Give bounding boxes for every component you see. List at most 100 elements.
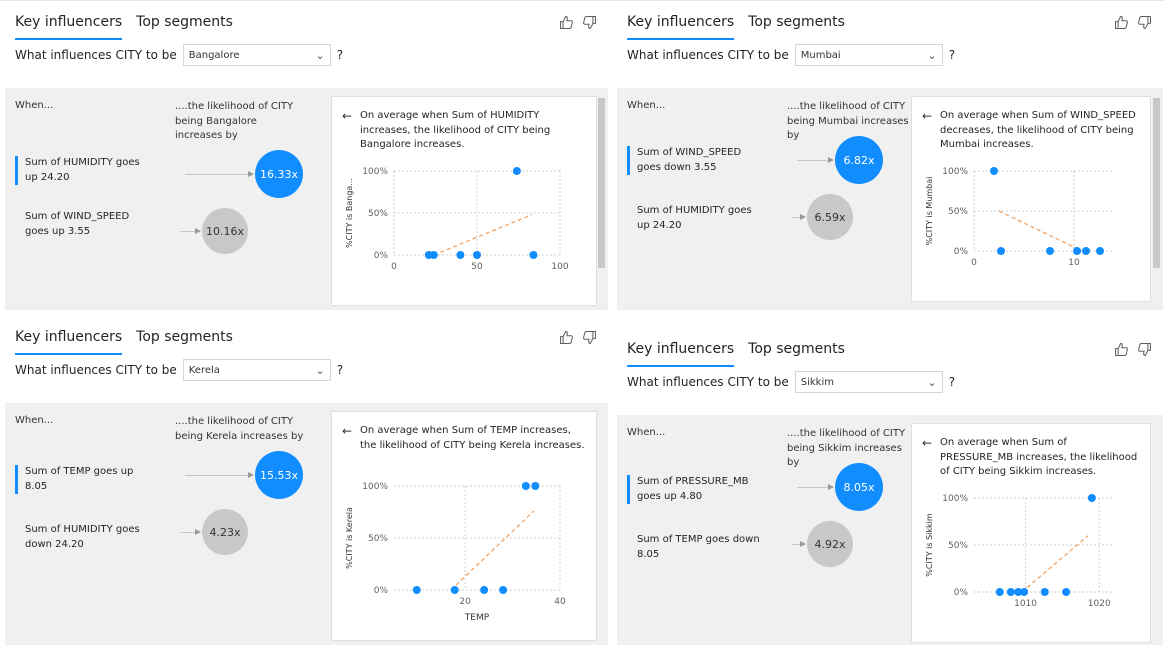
scatter-chart: 100% 50% 0% 20 40 %CITY is Kerela TEMP — [345, 482, 566, 623]
influencers-panel: When... ....the likelihood of CITY being … — [5, 88, 608, 310]
top-border — [0, 0, 1165, 1]
likelihood-header: ....the likelihood of CITY being Bangalo… — [175, 101, 294, 141]
data-point — [429, 251, 438, 259]
tab-top-segments[interactable]: Top segments — [748, 14, 845, 40]
influencer-label[interactable]: Sum of HUMIDITY goes down 24.20 — [15, 523, 155, 552]
data-point — [1040, 588, 1049, 596]
data-point — [450, 586, 459, 594]
tab-key-influencers[interactable]: Key influencers — [627, 341, 735, 367]
x-tick-label: 0 — [971, 258, 977, 268]
detail-card: ← On average when Sum of WIND_SPEED decre… — [911, 96, 1151, 302]
dropdown-value: Bangalore — [188, 49, 240, 61]
thumbs-up-icon[interactable] — [1113, 14, 1130, 31]
data-point — [1073, 247, 1081, 255]
thumbs-down-icon[interactable] — [581, 329, 598, 346]
y-tick-label: 100% — [942, 494, 968, 504]
data-point — [529, 251, 538, 259]
scatter-chart: 100% 50% 0%0 50 100 %CITY is Banga... — [345, 167, 569, 272]
influencer-arrow — [797, 157, 834, 163]
feedback-buttons — [558, 329, 598, 346]
influencer-bubble[interactable]: 4.23x — [202, 509, 248, 555]
data-point — [412, 586, 421, 594]
y-tick-label: 0% — [374, 586, 389, 596]
data-point — [1020, 588, 1029, 596]
tab-key-influencers[interactable]: Key influencers — [15, 329, 123, 355]
data-point — [480, 586, 489, 594]
influencers-panel: When... ....the likelihood of CITY being … — [617, 88, 1163, 310]
detail-card: ← On average when Sum of TEMP increases, … — [331, 411, 597, 641]
influencer-arrow — [185, 472, 254, 478]
influencer-arrow — [180, 529, 201, 535]
y-tick-label: 0% — [954, 588, 969, 598]
influencers-panel: When... ....the likelihood of CITY being … — [617, 415, 1163, 645]
influencer-label[interactable]: Sum of TEMP goes up 8.05 — [15, 465, 155, 494]
thumbs-up-icon[interactable] — [558, 14, 575, 31]
tab-bar: Key influencers Top segments — [627, 14, 845, 40]
influencer-arrow — [180, 228, 201, 234]
key-influencers-visual-sikkim: Key influencers Top segments What influenc… — [617, 329, 1163, 645]
x-tick-label: 0 — [391, 262, 397, 272]
tab-bar: Key influencers Top segments — [15, 14, 233, 40]
influencer-arrow — [792, 214, 806, 220]
trend-line — [1021, 535, 1089, 593]
influencer-arrow — [185, 171, 254, 177]
influencer-arrow — [797, 484, 834, 490]
chevron-down-icon: ⌄ — [927, 48, 937, 62]
influencer-bubble[interactable]: 6.59x — [807, 194, 853, 240]
question-row: What influences CITY to be Mumbai ⌄? — [627, 44, 955, 66]
when-header: When... — [627, 427, 666, 438]
data-point — [1087, 494, 1096, 502]
influencer-label[interactable]: Sum of WIND_SPEED goes down 3.55 — [627, 146, 767, 175]
key-influencers-visual-kerela: Key influencers Top segments What influenc… — [5, 317, 608, 645]
influencer-bubble[interactable]: 16.33x — [255, 150, 303, 198]
city-dropdown[interactable]: Sikkim ⌄ — [794, 371, 943, 393]
influencer-label[interactable]: Sum of PRESSURE_MB goes up 4.80 — [627, 475, 767, 504]
scrollbar[interactable] — [1153, 98, 1160, 268]
influencer-label[interactable]: Sum of HUMIDITY goes up 24.20 — [627, 204, 767, 233]
tab-top-segments[interactable]: Top segments — [748, 341, 845, 367]
tab-key-influencers[interactable]: Key influencers — [15, 14, 123, 40]
thumbs-down-icon[interactable] — [1136, 14, 1153, 31]
influencer-arrow — [792, 541, 806, 547]
tab-top-segments[interactable]: Top segments — [136, 329, 233, 355]
scatter-chart: 100% 50% 0% 1010 1020 %CITY is Sikkim — [925, 494, 1114, 609]
data-point — [512, 167, 521, 175]
y-axis-label: %CITY is Sikkim — [925, 513, 934, 577]
data-point — [521, 482, 530, 490]
scrollbar[interactable] — [598, 98, 605, 268]
thumbs-up-icon[interactable] — [1113, 341, 1130, 358]
data-point — [1062, 588, 1071, 596]
thumbs-down-icon[interactable] — [1136, 341, 1153, 358]
influencer-bubble[interactable]: 6.82x — [835, 136, 883, 184]
chevron-down-icon: ⌄ — [927, 375, 937, 389]
dropdown-value: Mumbai — [800, 49, 841, 61]
influencer-bubble[interactable]: 8.05x — [835, 463, 883, 511]
thumbs-down-icon[interactable] — [581, 14, 598, 31]
tab-top-segments[interactable]: Top segments — [136, 14, 233, 40]
likelihood-header: ....the likelihood of CITY being Kerela … — [175, 416, 304, 442]
influencer-bubble[interactable]: 4.92x — [807, 521, 853, 567]
when-header: When... — [15, 100, 54, 111]
key-influencers-visual-mumbai: Key influencers Top segments What influenc… — [617, 2, 1163, 310]
influencer-label[interactable]: Sum of WIND_SPEED goes up 3.55 — [15, 210, 155, 239]
city-dropdown[interactable]: Bangalore ⌄ — [182, 44, 331, 66]
data-point — [1082, 247, 1090, 255]
city-dropdown[interactable]: Mumbai ⌄ — [794, 44, 943, 66]
y-axis-label: %CITY is Kerela — [345, 507, 354, 569]
trend-line — [450, 510, 535, 591]
influencer-bubble[interactable]: 10.16x — [202, 208, 248, 254]
x-tick-label: 40 — [554, 597, 566, 607]
key-influencers-visual-bangalore: Key influencers Top segments What influenc… — [5, 2, 608, 310]
question-text: What influences CITY to be — [15, 48, 177, 62]
data-point — [1046, 247, 1054, 255]
influencer-label[interactable]: Sum of HUMIDITY goes up 24.20 — [15, 156, 155, 185]
influencer-label[interactable]: Sum of TEMP goes down 8.05 — [627, 533, 767, 562]
influencer-bubble[interactable]: 15.53x — [255, 451, 303, 499]
tab-key-influencers[interactable]: Key influencers — [627, 14, 735, 40]
thumbs-up-icon[interactable] — [558, 329, 575, 346]
question-mark: ? — [948, 375, 956, 389]
feedback-buttons — [1113, 14, 1153, 31]
city-dropdown[interactable]: Kerela ⌄ — [182, 359, 331, 381]
question-mark: ? — [336, 363, 344, 377]
dropdown-value: Kerela — [188, 364, 220, 376]
